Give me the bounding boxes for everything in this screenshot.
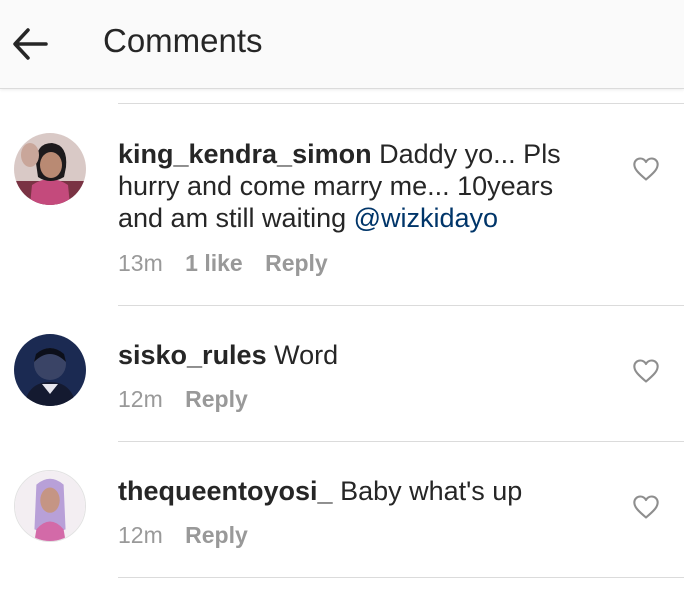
comment-body: Baby what's up [340, 476, 523, 506]
comment-time: 12m [118, 522, 163, 548]
reply-button[interactable]: Reply [185, 522, 248, 548]
comment-username[interactable]: king_kendra_simon [118, 139, 372, 169]
reply-button[interactable]: Reply [185, 386, 248, 412]
comment-meta: 12m Reply [118, 386, 264, 413]
reply-button[interactable]: Reply [265, 250, 328, 276]
comment-meta: 13m 1 like Reply [118, 250, 344, 277]
comment-mention[interactable]: @wizkidayo [354, 203, 498, 233]
avatar[interactable] [14, 470, 86, 542]
comment-username[interactable]: thequeentoyosi_ [118, 476, 333, 506]
heart-icon[interactable] [632, 358, 660, 384]
divider [118, 577, 684, 578]
app-header: Comments [0, 0, 684, 89]
comment-username[interactable]: sisko_rules [118, 340, 267, 370]
divider [118, 103, 684, 104]
arrow-left-icon [13, 28, 48, 60]
comment-text: sisko_rules Word [118, 339, 568, 371]
divider [118, 441, 684, 442]
avatar[interactable] [14, 334, 86, 406]
back-button[interactable] [10, 24, 52, 64]
divider [118, 305, 684, 306]
comment-body: Word [274, 340, 339, 370]
avatar-image [14, 133, 86, 205]
comment-meta: 12m Reply [118, 522, 264, 549]
comment-text: king_kendra_simon Daddy yo... Pls hurry … [118, 138, 568, 234]
comment-time: 13m [118, 250, 163, 276]
avatar[interactable] [14, 133, 86, 205]
heart-icon[interactable] [632, 494, 660, 520]
likes-count[interactable]: 1 like [185, 250, 243, 276]
comment-time: 12m [118, 386, 163, 412]
comment-text: thequeentoyosi_ Baby what's up [118, 475, 568, 507]
heart-icon[interactable] [632, 156, 660, 182]
avatar-image [14, 334, 86, 406]
page-title: Comments [103, 22, 263, 59]
avatar-image [15, 471, 85, 541]
